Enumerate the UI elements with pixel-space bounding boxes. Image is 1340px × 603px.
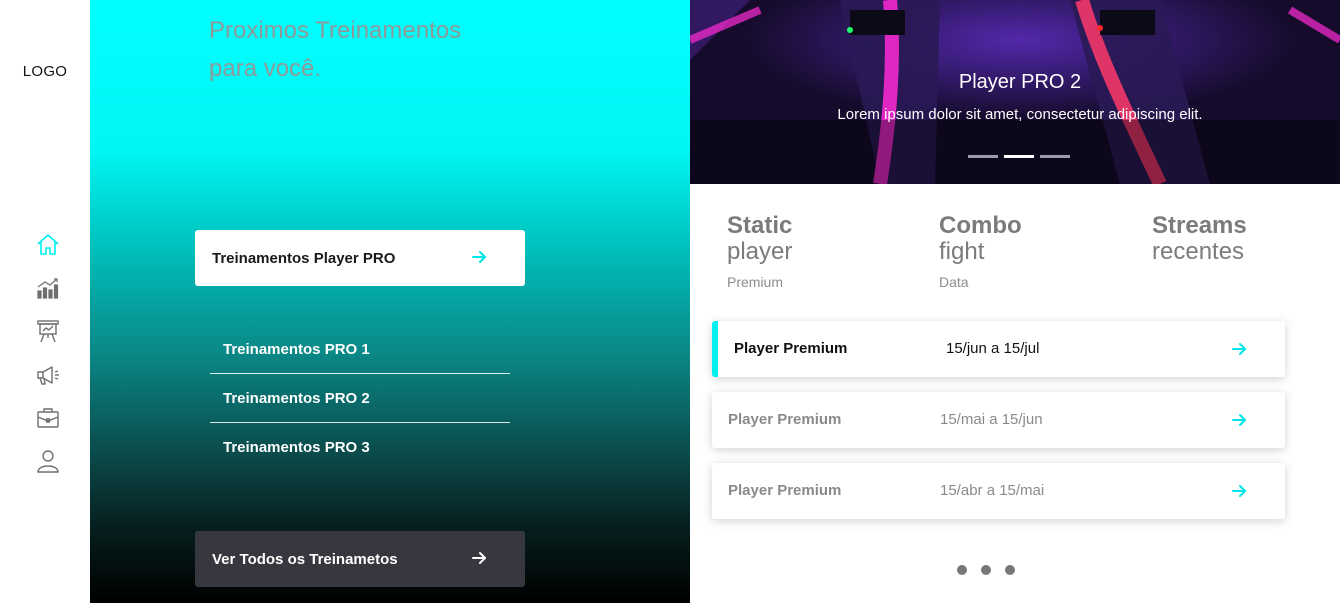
arrow-right-icon: [1232, 485, 1246, 497]
page-dot-2[interactable]: [981, 565, 991, 575]
nav-chart-icon[interactable]: [34, 274, 62, 302]
training-item-3[interactable]: Treinamentos PRO 3: [210, 423, 510, 472]
hero-subtitle: Lorem ipsum dolor sit amet, consectetur …: [837, 106, 1203, 123]
arrow-right-icon: [472, 251, 486, 263]
column-title: Static: [727, 212, 793, 239]
row-dates: 15/mai a 15/jun: [940, 411, 1043, 428]
column-static-player: Static player Premium: [727, 212, 927, 290]
trainings-player-pro-card[interactable]: Treinamentos Player PRO: [195, 230, 525, 286]
column-caption: Premium: [727, 274, 784, 290]
column-subtitle: player: [727, 238, 793, 265]
row-name: Player Premium: [728, 411, 842, 428]
carousel-indicator-1[interactable]: [968, 155, 998, 158]
column-subtitle: recentes: [1152, 238, 1245, 265]
row-name: Player Premium: [734, 340, 848, 357]
nav-user-icon[interactable]: [34, 447, 62, 475]
sidebar: LOGO: [0, 0, 90, 603]
column-title: Combo: [939, 212, 1022, 239]
premium-row-1[interactable]: Player Premium 15/jun a 15/jul: [712, 321, 1285, 377]
column-combo-fight: Combo fight Data: [939, 212, 1139, 290]
carousel-indicator-3[interactable]: [1040, 155, 1070, 158]
card-label: Treinamentos Player PRO: [212, 249, 396, 267]
column-subtitle: fight: [939, 238, 985, 265]
nav-megaphone-icon[interactable]: [34, 361, 62, 389]
carousel-indicator-2[interactable]: [1004, 155, 1034, 158]
nav-home-icon[interactable]: [34, 231, 62, 259]
arrow-right-icon: [472, 552, 486, 564]
training-item-1[interactable]: Treinamentos PRO 1: [210, 325, 510, 374]
hero-banner: Player PRO 2 Lorem ipsum dolor sit amet,…: [690, 0, 1340, 184]
page-dot-1[interactable]: [957, 565, 967, 575]
nav-presentation-icon[interactable]: [34, 317, 62, 345]
view-all-label: Ver Todos os Treinametos: [212, 550, 398, 568]
pagination-dots: [957, 565, 1015, 575]
column-streams-recentes: Streams recentes: [1152, 212, 1340, 264]
trainings-sub-list: Treinamentos PRO 1 Treinamentos PRO 2 Tr…: [210, 325, 510, 472]
view-all-trainings-button[interactable]: Ver Todos os Treinametos: [195, 531, 525, 587]
trainings-title: Proximos Treinamentos para você.: [209, 17, 462, 82]
hero-carousel-indicators: [968, 155, 1070, 158]
nav-briefcase-icon[interactable]: [34, 404, 62, 432]
hero-title: Player PRO 2: [958, 71, 1082, 93]
premium-row-3[interactable]: Player Premium 15/abr a 15/mai: [712, 463, 1285, 519]
row-dates: 15/abr a 15/mai: [940, 482, 1045, 499]
training-item-2[interactable]: Treinamentos PRO 2: [210, 374, 510, 423]
column-caption: Data: [939, 274, 969, 290]
page-dot-3[interactable]: [1005, 565, 1015, 575]
column-title: Streams: [1152, 212, 1247, 239]
premium-row-2[interactable]: Player Premium 15/mai a 15/jun: [712, 392, 1285, 448]
row-dates: 15/jun a 15/jul: [946, 340, 1040, 357]
row-name: Player Premium: [728, 482, 842, 499]
arrow-right-icon: [1232, 343, 1246, 355]
logo: LOGO: [22, 63, 68, 80]
arrow-right-icon: [1232, 414, 1246, 426]
trainings-panel: Proximos Treinamentos para você. Treinam…: [90, 0, 690, 603]
